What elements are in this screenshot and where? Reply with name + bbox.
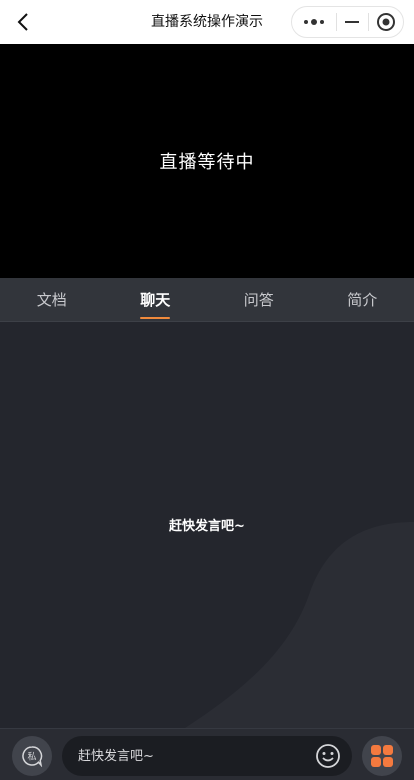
close-button[interactable] bbox=[369, 7, 403, 37]
chat-empty-text: 赶快发言吧~ bbox=[169, 519, 245, 534]
minimize-button[interactable] bbox=[337, 7, 369, 37]
tab-document[interactable]: 文档 bbox=[0, 278, 104, 321]
live-page: 直播系统操作演示 直播等待中 文档 聊天 问答 简介 赶快发言吧~ 私 赶快发言… bbox=[0, 0, 414, 780]
mini-program-capsule bbox=[291, 6, 404, 38]
chat-input-bar: 私 bbox=[0, 728, 414, 780]
top-navbar: 直播系统操作演示 bbox=[0, 0, 414, 44]
chat-area: 赶快发言吧~ bbox=[0, 322, 414, 728]
video-player[interactable]: 直播等待中 bbox=[0, 44, 414, 278]
chat-input[interactable] bbox=[78, 736, 308, 776]
apps-grid-icon bbox=[371, 745, 393, 767]
private-chat-button[interactable]: 私 bbox=[12, 736, 52, 776]
emoji-icon bbox=[316, 744, 340, 768]
private-chat-icon: 私 bbox=[22, 746, 43, 767]
tab-chat[interactable]: 聊天 bbox=[104, 278, 208, 321]
chat-input-wrapper bbox=[62, 736, 352, 776]
tab-qa[interactable]: 问答 bbox=[207, 278, 311, 321]
tab-intro[interactable]: 简介 bbox=[311, 278, 414, 321]
target-close-icon bbox=[377, 13, 396, 31]
private-chat-label: 私 bbox=[27, 752, 36, 763]
more-dots-icon bbox=[303, 19, 324, 25]
more-options-button[interactable] bbox=[292, 7, 336, 37]
minimize-icon bbox=[345, 21, 360, 23]
more-apps-button[interactable] bbox=[362, 736, 402, 776]
tab-bar: 文档 聊天 问答 简介 bbox=[0, 278, 414, 322]
emoji-button[interactable] bbox=[314, 742, 342, 770]
live-status-text: 直播等待中 bbox=[159, 152, 255, 173]
